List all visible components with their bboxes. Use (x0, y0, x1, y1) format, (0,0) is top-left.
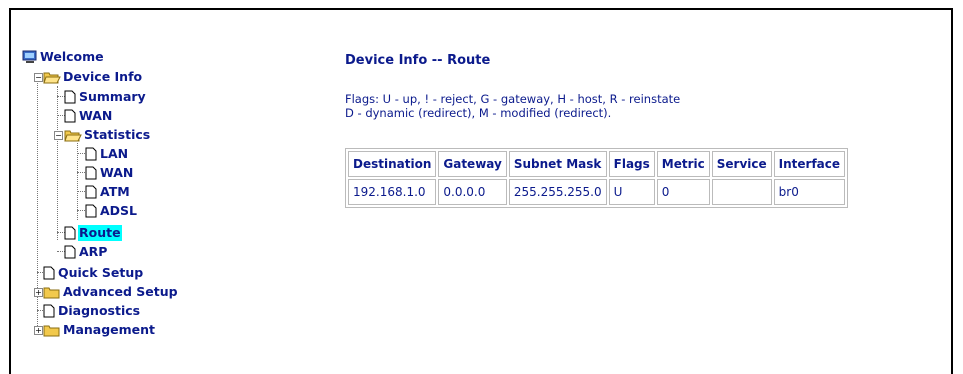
page-icon (43, 266, 55, 284)
nav-advanced-setup[interactable]: Advanced Setup (43, 284, 179, 300)
open-folder-icon (43, 70, 61, 88)
collapse-toggle[interactable]: − (54, 131, 63, 140)
page-icon (64, 245, 76, 263)
col-metric: Metric (656, 151, 710, 177)
nav-stats-adsl[interactable]: ADSL (85, 203, 138, 219)
folder-icon (43, 323, 61, 341)
flags-line-2: D - dynamic (redirect), M - modified (re… (345, 106, 612, 120)
cell-service (711, 179, 772, 205)
computer-icon (22, 50, 38, 68)
col-subnet-mask: Subnet Mask (508, 151, 607, 177)
tree-line (77, 210, 85, 211)
tree-line (77, 172, 85, 173)
nav-stats-lan[interactable]: LAN (85, 146, 129, 162)
tree-line (77, 153, 85, 154)
nav-statistics[interactable]: Statistics (64, 127, 151, 143)
nav-arp[interactable]: ARP (64, 244, 108, 260)
col-gateway: Gateway (438, 151, 507, 177)
page-icon (64, 226, 76, 244)
cell-metric: 0 (656, 179, 710, 205)
page-icon (85, 204, 97, 222)
page-icon (85, 166, 97, 184)
col-destination: Destination (348, 151, 437, 177)
flags-line-1: Flags: U - up, ! - reject, G - gateway, … (345, 92, 681, 106)
cell-flags: U (608, 179, 655, 205)
col-flags: Flags (608, 151, 655, 177)
collapse-toggle[interactable]: − (34, 73, 43, 82)
page-icon (64, 90, 76, 108)
expand-toggle[interactable]: + (34, 288, 43, 297)
nav-welcome[interactable]: Welcome (22, 49, 105, 65)
nav-wan[interactable]: WAN (64, 108, 113, 124)
cell-destination: 192.168.1.0 (348, 179, 437, 205)
cell-gateway: 0.0.0.0 (438, 179, 507, 205)
cell-subnet-mask: 255.255.255.0 (508, 179, 607, 205)
table-row: 192.168.1.0 0.0.0.0 255.255.255.0 U 0 br… (348, 179, 846, 205)
tree-line (57, 86, 58, 240)
nav-route[interactable]: Route (64, 225, 122, 241)
nav-stats-atm[interactable]: ATM (85, 184, 131, 200)
page-icon (85, 147, 97, 165)
nav-stats-wan[interactable]: WAN (85, 165, 134, 181)
nav-summary[interactable]: Summary (64, 89, 147, 105)
flags-legend: Flags: U - up, ! - reject, G - gateway, … (345, 92, 680, 120)
page-icon (43, 304, 55, 322)
nav-quick-setup[interactable]: Quick Setup (43, 265, 144, 281)
page-icon (64, 109, 76, 127)
tree-line (77, 143, 78, 220)
nav-diagnostics[interactable]: Diagnostics (43, 303, 141, 319)
folder-icon (43, 285, 61, 303)
table-header-row: Destination Gateway Subnet Mask Flags Me… (348, 151, 846, 177)
col-service: Service (711, 151, 772, 177)
nav-device-info[interactable]: Device Info (43, 69, 143, 85)
tree-line (77, 191, 85, 192)
page-title: Device Info -- Route (345, 53, 491, 68)
cell-interface: br0 (773, 179, 846, 205)
nav-management[interactable]: Management (43, 322, 156, 338)
route-table: Destination Gateway Subnet Mask Flags Me… (345, 148, 849, 208)
col-interface: Interface (773, 151, 846, 177)
open-folder-icon (64, 128, 82, 146)
page-icon (85, 185, 97, 203)
expand-toggle[interactable]: + (34, 326, 43, 335)
